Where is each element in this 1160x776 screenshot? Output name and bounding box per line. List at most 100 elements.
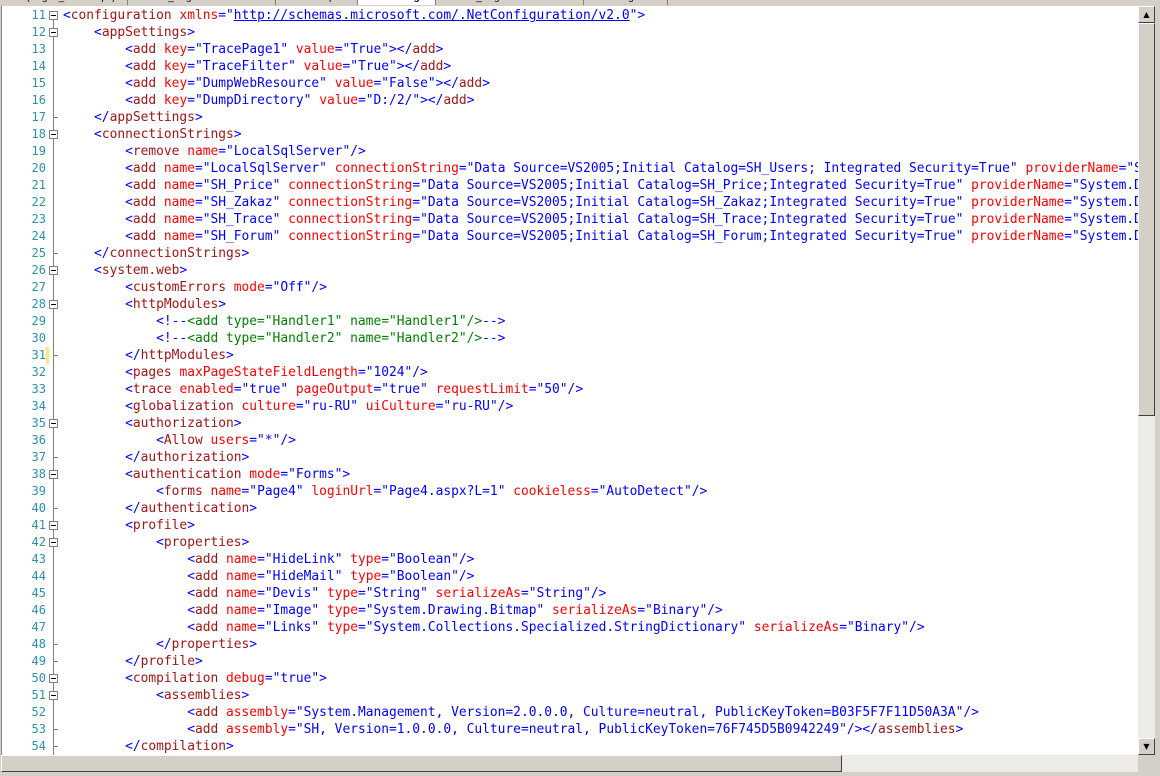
code-token: key — [163, 93, 188, 108]
code-line[interactable]: 34 <globalization culture="ru-RU" uiCult… — [2, 398, 1138, 415]
code-line[interactable]: 42 <properties> — [2, 534, 1138, 551]
tab-control-page2-ascx[interactable]: Control_Page2.ascx — [436, 0, 584, 5]
vertical-scrollbar[interactable]: ▲ ▼ — [1138, 6, 1155, 755]
code-token: add — [412, 42, 436, 57]
code-line[interactable]: 43 <add name="HideLink" type="Boolean"/> — [2, 551, 1138, 568]
code-token: "> — [629, 8, 646, 23]
code-line[interactable]: 36 <Allow users="*"/> — [2, 432, 1138, 449]
code-token: name — [226, 603, 258, 618]
collapse-toggle-icon[interactable] — [49, 521, 58, 530]
code-line[interactable]: 53 <add assembly="SH, Version=1.0.0.0, C… — [2, 721, 1138, 738]
code-line[interactable]: 19 <remove name="LocalSqlServer"/> — [2, 143, 1138, 160]
code-line[interactable]: 32 <pages maxPageStateFieldLength="1024"… — [2, 364, 1138, 381]
code-line[interactable]: 18 <connectionStrings> — [2, 126, 1138, 143]
fold-guide — [53, 432, 54, 449]
collapse-toggle-icon[interactable] — [49, 538, 58, 547]
code-editor[interactable]: 11 <configuration xmlns="http://schemas.m… — [1, 6, 1138, 755]
code-token: Data Source=VS2005;Initial Catalog=SH_Tr… — [427, 212, 956, 227]
collapse-toggle-icon[interactable] — [49, 300, 58, 309]
code-line[interactable]: 38 <authentication mode="Forms"> — [2, 466, 1138, 483]
tab-default-aspx[interactable]: Default.aspx — [276, 0, 358, 5]
code-line[interactable]: 17 </appSettings> — [2, 109, 1138, 126]
collapse-toggle-icon[interactable] — [49, 691, 58, 700]
collapse-toggle-icon[interactable] — [49, 470, 58, 479]
collapse-toggle-icon[interactable] — [49, 130, 58, 139]
code-line[interactable]: 28 <httpModules> — [2, 296, 1138, 313]
collapse-toggle-icon[interactable] — [49, 11, 58, 20]
code-line[interactable]: 12 <appSettings> — [2, 24, 1138, 41]
code-line[interactable]: 41 <profile> — [2, 517, 1138, 534]
code-token: System.Collections.Specialized.StringDic… — [373, 620, 739, 635]
code-line[interactable]: 31 </httpModules> — [2, 347, 1138, 364]
code-line[interactable]: 30 <!--<add type="Handler2" name="Handle… — [2, 330, 1138, 347]
code-text: <add key="DumpDirectory" value="D:/2/"><… — [63, 92, 474, 109]
code-line[interactable]: 20 <add name="LocalSqlServer" connection… — [2, 160, 1138, 177]
code-line[interactable]: 54 </compilation> — [2, 738, 1138, 755]
code-line[interactable]: 24 <add name="SH_Forum" connectionString… — [2, 228, 1138, 245]
code-token: key — [163, 59, 188, 74]
code-token: > — [443, 59, 452, 74]
code-token: name — [187, 144, 219, 159]
collapse-toggle-icon[interactable] — [49, 28, 58, 37]
line-number: 33 — [31, 382, 46, 396]
fold-guide — [53, 551, 54, 568]
tab-web-config[interactable]: Web.config — [358, 0, 436, 5]
code-token: uiCulture — [365, 399, 436, 414]
line-number: 49 — [31, 654, 46, 668]
code-token: assemblies — [163, 688, 242, 703]
code-line[interactable]: 29 <!--<add type="Handler1" name="Handle… — [2, 313, 1138, 330]
code-token: Data Source=VS2005;Initial Catalog=SH_Us… — [474, 161, 1010, 176]
code-line[interactable]: 21 <add name="SH_Price" connectionString… — [2, 177, 1138, 194]
code-line[interactable]: 15 <add key="DumpWebResource" value="Fal… — [2, 75, 1138, 92]
scroll-up-button[interactable]: ▲ — [1138, 6, 1155, 23]
tab-start-page[interactable]: Start Page — [584, 0, 668, 5]
scroll-down-button[interactable]: ▼ — [1138, 738, 1155, 755]
code-line[interactable]: 23 <add name="SH_Trace" connectionString… — [2, 211, 1138, 228]
code-line[interactable]: 40 </authentication> — [2, 500, 1138, 517]
code-line[interactable]: 16 <add key="DumpDirectory" value="D:/2/… — [2, 92, 1138, 109]
code-line[interactable]: 26 <system.web> — [2, 262, 1138, 279]
code-token: SH_Forum — [210, 229, 273, 244]
code-line[interactable]: 35 <authorization> — [2, 415, 1138, 432]
collapse-toggle-icon[interactable] — [49, 419, 58, 428]
code-line[interactable]: 45 <add name="Devis" type="String" seria… — [2, 585, 1138, 602]
code-line[interactable]: 11 <configuration xmlns="http://schemas.m… — [2, 7, 1138, 24]
code-line[interactable]: 25 </connectionStrings> — [2, 245, 1138, 262]
code-token: > — [233, 416, 242, 431]
code-line[interactable]: 27 <customErrors mode="Off"/> — [2, 279, 1138, 296]
code-line[interactable]: 14 <add key="TraceFilter" value="True"><… — [2, 58, 1138, 75]
code-token: trace — [132, 382, 172, 397]
code-token[interactable]: http://schemas.microsoft.com/.NetConfigu… — [234, 8, 630, 23]
horizontal-scrollbar[interactable] — [1, 755, 1138, 772]
code-line[interactable]: 46 <add name="Image" type="System.Drawin… — [2, 602, 1138, 619]
tab-control-page1-ascx[interactable]: Control_Page1.ascx — [128, 0, 276, 5]
code-line[interactable]: 48 </properties> — [2, 636, 1138, 653]
code-token: " — [280, 382, 289, 397]
code-line[interactable]: 33 <trace enabled="true" pageOutput="tru… — [2, 381, 1138, 398]
code-token: > — [435, 42, 444, 57]
code-line[interactable]: 37 </authorization> — [2, 449, 1138, 466]
code-token: DumpWebResource — [202, 76, 320, 91]
code-line[interactable]: 47 <add name="Links" type="System.Collec… — [2, 619, 1138, 636]
code-line[interactable]: 50 <compilation debug="true"> — [2, 670, 1138, 687]
code-line[interactable]: 39 <forms name="Page4" loginUrl="Page4.a… — [2, 483, 1138, 500]
code-line[interactable]: 13 <add key="TracePage1" value="True"></… — [2, 41, 1138, 58]
code-line[interactable]: 44 <add name="HideMail" type="Boolean"/> — [2, 568, 1138, 585]
horizontal-scroll-thumb[interactable] — [1, 755, 843, 772]
code-line[interactable]: 49 </profile> — [2, 653, 1138, 670]
code-token: =" — [187, 42, 203, 57]
code-line[interactable]: 52 <add assembly="System.Management, Ver… — [2, 704, 1138, 721]
collapse-toggle-icon[interactable] — [49, 266, 58, 275]
collapse-toggle-icon[interactable] — [49, 674, 58, 683]
code-token: > — [249, 637, 258, 652]
code-line[interactable]: 51 <assemblies> — [2, 687, 1138, 704]
code-token: < — [187, 722, 195, 737]
code-line[interactable]: 22 <add name="SH_Zakaz" connectionString… — [2, 194, 1138, 211]
vertical-scroll-thumb[interactable] — [1138, 23, 1155, 417]
tab-link-page1-conn-aspx[interactable]: Link(Page1_Conn.aspx) — [0, 0, 128, 5]
